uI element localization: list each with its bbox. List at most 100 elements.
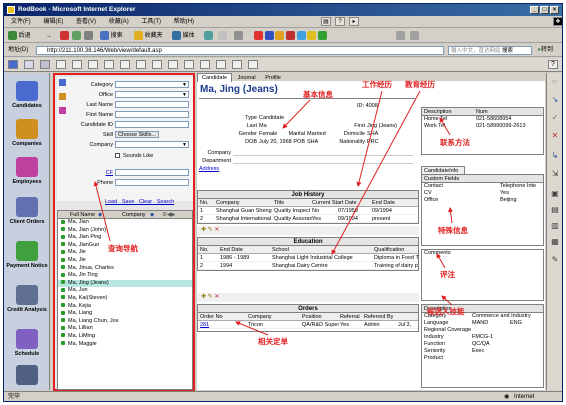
misc-button-2[interactable] [410,29,419,42]
address-input[interactable]: http://211.100.38.146/Web/view/default.a… [36,46,444,55]
go-button[interactable]: ▸转到 [538,44,553,57]
check-side-icon[interactable]: ✓ [550,113,560,122]
skill-row[interactable]: Function QC/QA [422,341,543,348]
col-referred-by[interactable]: Referred By [364,313,393,321]
last-name-input[interactable] [115,101,189,108]
nav-payment-notice[interactable]: Payment Notice [6,241,48,269]
app-tool-8[interactable] [120,60,130,69]
close-button[interactable]: × [550,6,559,14]
delete-icon[interactable]: ✕ [214,227,219,233]
tab-profile[interactable]: Profile [261,74,285,82]
sort-icon[interactable]: ◆ [98,211,102,219]
col-description[interactable]: Description [424,109,452,115]
list-item[interactable]: Ma, Jian (John) [58,227,192,235]
list-item[interactable]: Ma, Jian [58,219,192,227]
app-tool-1[interactable] [8,60,18,69]
back-button[interactable]: 后退 [8,29,31,42]
list-item[interactable]: Ma, Jinua, Charles [58,265,192,273]
choose-skills-button[interactable]: Choose Skills... [115,131,159,138]
misc-button[interactable] [396,29,405,42]
candidate-id-input[interactable] [115,121,189,128]
back-side-icon[interactable]: ⇦ [550,77,560,86]
delete-icon[interactable]: ✕ [214,294,219,300]
tab-journal[interactable]: Journal [234,74,260,82]
list-item[interactable]: Ma, Jun [58,287,192,295]
search-button[interactable]: 搜索 [100,29,123,42]
skill-row[interactable]: Regional Coverage [422,327,543,334]
contact-row[interactable]: Home Tel 021-58608954 [422,116,543,123]
app-help-icon[interactable]: ? [548,60,558,69]
mail-button[interactable] [218,29,227,42]
save-link[interactable]: Save [122,199,135,205]
menu-tools[interactable]: 工具(T) [141,19,161,25]
menu-view[interactable]: 查看(V) [76,19,96,25]
home-button[interactable] [84,29,93,42]
app-tool-10[interactable] [152,60,162,69]
menu-help[interactable]: 帮助(H) [174,19,194,25]
tool-side-icon-3[interactable]: ⇲ [550,169,560,178]
app-tool-6[interactable] [88,60,98,69]
print-button[interactable] [234,29,243,42]
list-item[interactable]: Ma, Jie [58,257,192,265]
col-end-date[interactable]: End Date [220,246,243,254]
help-icon[interactable]: ? [335,17,345,26]
delete-side-icon[interactable]: ✕ [550,131,560,140]
list-item[interactable]: Ma, Jin Ting [58,272,192,280]
skill-row[interactable]: Industry FMCG-1 [422,334,543,341]
app-tool-14[interactable] [216,60,226,69]
phone-input[interactable] [115,179,189,186]
forward-button[interactable]: → [46,29,52,42]
table-row[interactable]: 2 Shanghai International Quality Assuran Ye… [198,215,418,223]
app-tool-7[interactable] [104,60,114,69]
refresh-button[interactable] [72,29,81,42]
app-tool-16[interactable] [248,60,258,69]
nav-schedule[interactable]: Schedule [6,329,48,357]
col-company[interactable]: Company [216,199,240,207]
col-no[interactable]: No. [200,246,209,254]
minimize-button[interactable]: _ [530,6,539,14]
col-referral[interactable]: Referral [340,313,360,321]
sounds-like-checkbox[interactable] [115,153,120,158]
tool-side-icon-4[interactable]: ▣ [550,189,560,198]
col-qualification[interactable]: Qualification [374,246,404,254]
media-button[interactable]: 媒体 [172,29,195,42]
nav-client-orders[interactable]: Client Orders [6,197,48,225]
tab-candidate-info[interactable]: CandidateInfo [421,166,465,174]
col-no[interactable]: No. [200,199,209,207]
list-item[interactable]: Ma, Maggie [58,341,192,349]
list-item[interactable]: Ma, Liang [58,310,192,318]
edit-icon[interactable]: ✎ [208,227,213,233]
col-position[interactable]: Position [302,313,322,321]
app-tool-13[interactable] [200,60,210,69]
col-num[interactable]: Num [476,108,488,116]
tool-side-icon-7[interactable]: ▦ [550,237,560,246]
app-tool-5[interactable] [72,60,82,69]
app-tool-4[interactable] [56,60,66,69]
skill-row[interactable]: Product [422,355,543,362]
tool-side-icon-5[interactable]: ▤ [550,205,560,214]
list-item[interactable]: Ma, Liang Chun, Jos [58,318,192,326]
tool-side-icon-1[interactable]: ↘ [550,95,560,104]
first-name-input[interactable] [115,111,189,118]
tool-side-icon-6[interactable]: ▥ [550,221,560,230]
stop-button[interactable] [60,29,69,42]
clear-link[interactable]: Clear [139,199,152,205]
list-item[interactable]: Ma, Jing (Jeans) [58,279,192,288]
add-icon[interactable]: ✚ [201,227,206,233]
search-link[interactable]: Search [157,199,174,205]
table-row[interactable]: 1 1986 - 1989 Shanghai Light Industrial Co… [198,254,419,262]
category-select[interactable]: ▼ [115,81,189,88]
company-select[interactable]: ▼ [115,141,189,148]
col-current-start[interactable]: Current Start Date [312,199,357,207]
skill-row[interactable]: Seniority Exec [422,348,543,355]
office-select[interactable]: ▼ [115,91,189,98]
table-row[interactable]: 281 Tricon QA/R&D Super Yes Admin Jul 3, [198,321,418,329]
full-name-header[interactable]: Full Name [70,211,95,219]
load-link[interactable]: Load [105,199,117,205]
nav-tools[interactable] [6,365,48,387]
app-tool-11[interactable] [168,60,178,69]
app-tool-12[interactable] [184,60,194,69]
list-item[interactable]: Ma, LiMing [58,333,192,341]
cf-link[interactable]: CF [106,169,113,177]
list-item[interactable]: Ma, Jian Ping [58,234,192,242]
